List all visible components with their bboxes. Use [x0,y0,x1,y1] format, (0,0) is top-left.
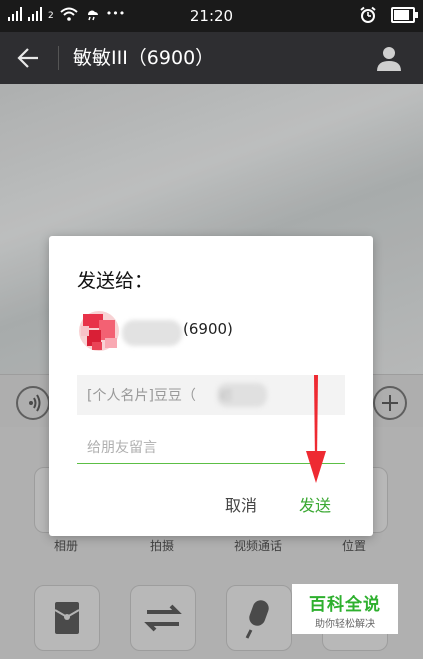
annotation-arrow-icon [306,375,326,483]
dialog-title: 发送给： [77,270,154,292]
watermark-logo: 百科全说 助你轻松解决 [292,584,398,634]
cancel-button[interactable]: 取消 [225,492,257,516]
person-icon [377,47,401,71]
recipient-avatar [77,306,125,356]
send-button[interactable]: 发送 [299,492,331,516]
status-bar: 2 ••• 21:20 [0,0,423,32]
recipient-name-blurred [122,320,182,346]
watermark-title: 百科全说 [309,595,381,615]
battery-level [394,10,409,20]
profile-button[interactable] [375,44,403,72]
chat-title: 敏敏III（6900） [73,47,215,69]
card-preview-text: [个人名片]豆豆（ [87,388,196,404]
chat-header: 敏敏III（6900） [0,32,423,84]
alarm-icon [360,6,376,23]
status-right [359,6,418,24]
battery-icon [391,7,418,23]
card-blur-char: 初 [219,389,233,404]
recipient-name: (6900) [183,320,233,338]
arrow-left-icon [17,48,38,68]
back-button[interactable] [14,44,44,72]
header-divider [58,46,59,70]
watermark-subtitle: 助你轻松解决 [315,619,375,630]
card-preview-blurred: 初 [217,383,267,407]
